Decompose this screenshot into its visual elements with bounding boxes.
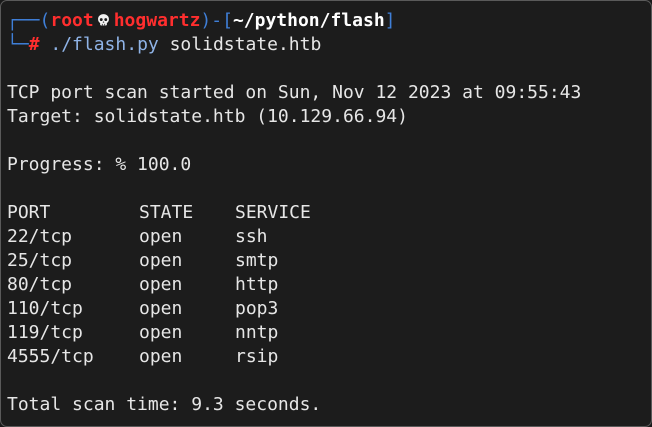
row-service: rsip	[235, 346, 279, 367]
prompt-separator: )-[	[200, 10, 233, 31]
row-port: 119/tcp	[7, 322, 83, 343]
row-state: open	[139, 274, 183, 295]
command-argument: solidstate.htb	[169, 34, 322, 55]
prompt-line: ┌──(root hogwartz)-[~/python/flash]	[7, 9, 645, 33]
scan-started-line: TCP port scan started on Sun, Nov 12 202…	[7, 82, 582, 103]
prompt-path: ~/python/flash	[232, 10, 385, 31]
header-service: SERVICE	[235, 202, 311, 223]
row-state: open	[139, 250, 183, 271]
table-header: PORT STATE SERVICE	[7, 201, 645, 225]
row-state: open	[139, 346, 183, 367]
prompt-frame-bottom: └─	[7, 34, 29, 55]
prompt-frame-top: ┌──(	[7, 10, 51, 31]
row-state: open	[139, 322, 183, 343]
row-port: 22/tcp	[7, 226, 73, 247]
row-port: 80/tcp	[7, 274, 73, 295]
total-time-line: Total scan time: 9.3 seconds.	[7, 394, 322, 415]
target-line: Target: solidstate.htb (10.129.66.94)	[7, 106, 408, 127]
prompt-host: hogwartz	[113, 10, 201, 31]
header-port: PORT	[7, 202, 51, 223]
prompt-symbol: #	[28, 34, 40, 55]
table-row: 119/tcp open nntp	[7, 321, 645, 345]
row-service: ssh	[235, 226, 268, 247]
command-line[interactable]: └─# ./flash.py solidstate.htb	[7, 33, 645, 57]
prompt-frame-close: ]	[384, 10, 396, 31]
table-row: 22/tcp open ssh	[7, 225, 645, 249]
progress-line: Progress: % 100.0	[7, 154, 192, 175]
table-row: 25/tcp open smtp	[7, 249, 645, 273]
row-port: 4555/tcp	[7, 346, 94, 367]
row-port: 110/tcp	[7, 298, 83, 319]
table-row: 4555/tcp open rsip	[7, 345, 645, 369]
row-service: nntp	[235, 322, 279, 343]
row-service: http	[235, 274, 279, 295]
table-row: 80/tcp open http	[7, 273, 645, 297]
row-service: smtp	[235, 250, 279, 271]
skull-icon	[97, 14, 109, 26]
row-state: open	[139, 226, 183, 247]
table-row: 110/tcp open pop3	[7, 297, 645, 321]
row-state: open	[139, 298, 183, 319]
command-script: ./flash.py	[50, 34, 159, 55]
terminal-window[interactable]: ┌──(root hogwartz)-[~/python/flash] └─# .…	[0, 0, 652, 427]
row-service: pop3	[235, 298, 279, 319]
row-port: 25/tcp	[7, 250, 73, 271]
header-state: STATE	[139, 202, 194, 223]
prompt-user: root	[50, 10, 94, 31]
terminal-content: ┌──(root hogwartz)-[~/python/flash] └─# .…	[7, 9, 645, 417]
